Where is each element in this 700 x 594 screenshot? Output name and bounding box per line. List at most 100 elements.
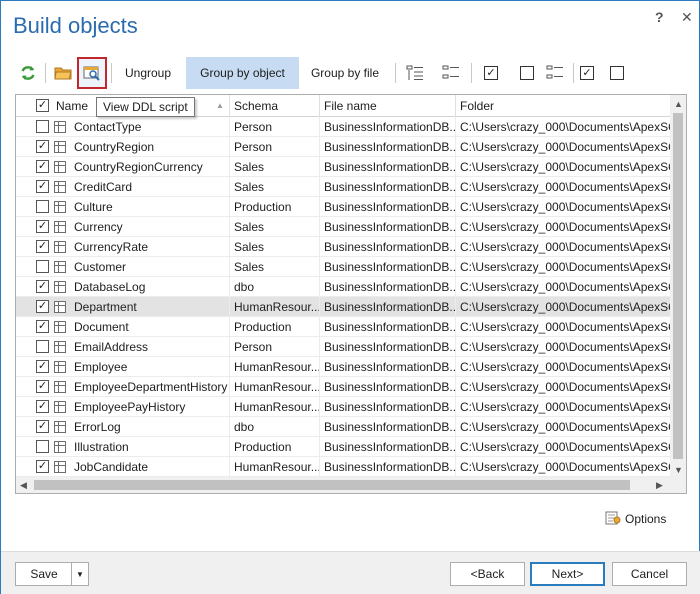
- open-folder-button[interactable]: [51, 57, 75, 89]
- cell-folder: C:\Users\crazy_000\Documents\ApexSQL\A: [460, 460, 672, 474]
- row-checkbox[interactable]: ✓: [36, 160, 49, 173]
- row-checkbox[interactable]: [36, 340, 49, 353]
- table-icon: [54, 321, 66, 333]
- table-row[interactable]: ✓ ErrorLog dbo BusinessInformationDB... C:\U…: [16, 417, 672, 437]
- table-row[interactable]: EmailAddress Person BusinessInformationDB.…: [16, 337, 672, 357]
- row-checkbox[interactable]: [36, 120, 49, 133]
- table-row[interactable]: ContactType Person BusinessInformationDB..…: [16, 117, 672, 137]
- back-button[interactable]: <Back: [450, 562, 525, 586]
- table-row[interactable]: ✓ DatabaseLog dbo BusinessInformationDB... C…: [16, 277, 672, 297]
- cell-name: Culture: [70, 197, 230, 217]
- objects-grid: ✓ Name ▲ Schema File name Folder ContactT…: [15, 94, 687, 494]
- cell-name: CountryRegionCurrency: [70, 157, 230, 177]
- table-row[interactable]: ✓ Employee HumanResour... BusinessInformati…: [16, 357, 672, 377]
- group-by-file-button[interactable]: Group by file: [305, 57, 385, 89]
- vertical-scrollbar[interactable]: ▲ ▼: [670, 95, 686, 479]
- table-row[interactable]: ✓ EmployeeDepartmentHistory HumanResour...…: [16, 377, 672, 397]
- collapse-all-button[interactable]: [439, 57, 463, 89]
- table-row[interactable]: ✓ Currency Sales BusinessInformationDB... C:…: [16, 217, 672, 237]
- next-button[interactable]: Next>: [530, 562, 605, 586]
- uncheck-all-button[interactable]: [515, 57, 539, 89]
- table-row[interactable]: Customer Sales BusinessInformationDB... C:\…: [16, 257, 672, 277]
- help-button[interactable]: ?: [655, 9, 664, 25]
- row-checkbox[interactable]: ✓: [36, 380, 49, 393]
- scroll-down-icon[interactable]: ▼: [674, 465, 683, 475]
- row-checkbox[interactable]: ✓: [36, 420, 49, 433]
- scroll-right-icon[interactable]: ▶: [656, 480, 663, 491]
- cell-schema: HumanResour...: [230, 377, 320, 397]
- save-dropdown-button[interactable]: ▼: [71, 562, 89, 586]
- options-icon: [605, 509, 621, 528]
- column-header-schema[interactable]: Schema: [230, 95, 320, 117]
- check-group-button[interactable]: [543, 57, 567, 89]
- cell-name: Department: [70, 297, 230, 317]
- row-checkbox[interactable]: ✓: [36, 360, 49, 373]
- table-row[interactable]: ✓ Document Production BusinessInformationDB…: [16, 317, 672, 337]
- cell-folder: C:\Users\crazy_000\Documents\ApexSQL\A: [460, 140, 672, 154]
- table-row[interactable]: ✓ EmployeePayHistory HumanResour... Busines…: [16, 397, 672, 417]
- row-checkbox[interactable]: ✓: [36, 180, 49, 193]
- row-checkbox[interactable]: [36, 440, 49, 453]
- save-button[interactable]: Save: [15, 562, 72, 586]
- table-icon: [54, 441, 66, 453]
- table-icon: [54, 381, 66, 393]
- unchecked-box-icon: [520, 66, 534, 80]
- vertical-scroll-thumb[interactable]: [673, 113, 683, 459]
- row-checkbox[interactable]: [36, 260, 49, 273]
- cell-file-name: BusinessInformationDB...: [320, 217, 456, 237]
- cell-folder: C:\Users\crazy_000\Documents\ApexSQL\A: [460, 200, 672, 214]
- ungroup-button[interactable]: Ungroup: [115, 57, 181, 89]
- column-header-file-name[interactable]: File name: [320, 95, 456, 117]
- cell-file-name: BusinessInformationDB...: [320, 157, 456, 177]
- row-checkbox[interactable]: ✓: [36, 140, 49, 153]
- cell-name: Illustration: [70, 437, 230, 457]
- row-checkbox[interactable]: ✓: [36, 320, 49, 333]
- table-row[interactable]: ✓ CountryRegion Person BusinessInformationD…: [16, 137, 672, 157]
- select-all-checkbox[interactable]: ✓: [36, 99, 49, 112]
- scroll-up-icon[interactable]: ▲: [674, 99, 683, 109]
- row-checkbox[interactable]: ✓: [36, 460, 49, 473]
- row-checkbox[interactable]: ✓: [36, 220, 49, 233]
- column-header-folder[interactable]: Folder: [456, 95, 672, 117]
- row-checkbox[interactable]: [36, 200, 49, 213]
- row-checkbox[interactable]: ✓: [36, 300, 49, 313]
- cell-folder: C:\Users\crazy_000\Documents\ApexSQL\A: [460, 220, 672, 234]
- horizontal-scrollbar[interactable]: ◀ ▶: [16, 477, 686, 493]
- table-row[interactable]: ✓ Department HumanResour... BusinessInforma…: [16, 297, 672, 317]
- table-row[interactable]: Illustration Production BusinessInformatio…: [16, 437, 672, 457]
- table-row[interactable]: ✓ CountryRegionCurrency Sales BusinessInfor…: [16, 157, 672, 177]
- cell-file-name: BusinessInformationDB...: [320, 317, 456, 337]
- table-row[interactable]: ✓ JobCandidate HumanResour... BusinessInfor…: [16, 457, 672, 477]
- uncheck-selected-button[interactable]: [605, 57, 629, 89]
- row-checkbox[interactable]: ✓: [36, 400, 49, 413]
- table-row[interactable]: ✓ CurrencyRate Sales BusinessInformationDB.…: [16, 237, 672, 257]
- cell-folder: C:\Users\crazy_000\Documents\ApexSQL\A: [460, 280, 672, 294]
- refresh-button[interactable]: [15, 57, 41, 89]
- row-checkbox[interactable]: ✓: [36, 280, 49, 293]
- cell-name: EmployeePayHistory: [70, 397, 230, 417]
- horizontal-scroll-thumb[interactable]: [34, 480, 630, 490]
- table-icon: [54, 161, 66, 173]
- view-ddl-script-tooltip: View DDL script: [96, 97, 195, 117]
- cell-schema: Person: [230, 137, 320, 157]
- row-checkbox[interactable]: ✓: [36, 240, 49, 253]
- options-link[interactable]: Options: [605, 509, 666, 528]
- cell-folder: C:\Users\crazy_000\Documents\ApexSQL\A: [460, 300, 672, 314]
- cancel-button[interactable]: Cancel: [612, 562, 687, 586]
- cell-file-name: BusinessInformationDB...: [320, 337, 456, 357]
- scroll-left-icon[interactable]: ◀: [20, 480, 27, 491]
- group-by-object-button[interactable]: Group by object: [186, 57, 299, 89]
- check-selected-button[interactable]: ✓: [575, 57, 599, 89]
- cell-file-name: BusinessInformationDB...: [320, 177, 456, 197]
- cell-file-name: BusinessInformationDB...: [320, 197, 456, 217]
- chevron-down-icon: ▼: [76, 569, 84, 579]
- close-button[interactable]: ✕: [681, 9, 693, 26]
- expand-all-button[interactable]: [403, 57, 427, 89]
- check-all-button[interactable]: ✓: [479, 57, 503, 89]
- cell-folder: C:\Users\crazy_000\Documents\ApexSQL\A: [460, 400, 672, 414]
- cell-folder: C:\Users\crazy_000\Documents\ApexSQL\A: [460, 360, 672, 374]
- view-ddl-script-button[interactable]: [77, 57, 107, 89]
- table-row[interactable]: ✓ CreditCard Sales BusinessInformationDB...…: [16, 177, 672, 197]
- cell-schema: dbo: [230, 277, 320, 297]
- table-row[interactable]: Culture Production BusinessInformationDB..…: [16, 197, 672, 217]
